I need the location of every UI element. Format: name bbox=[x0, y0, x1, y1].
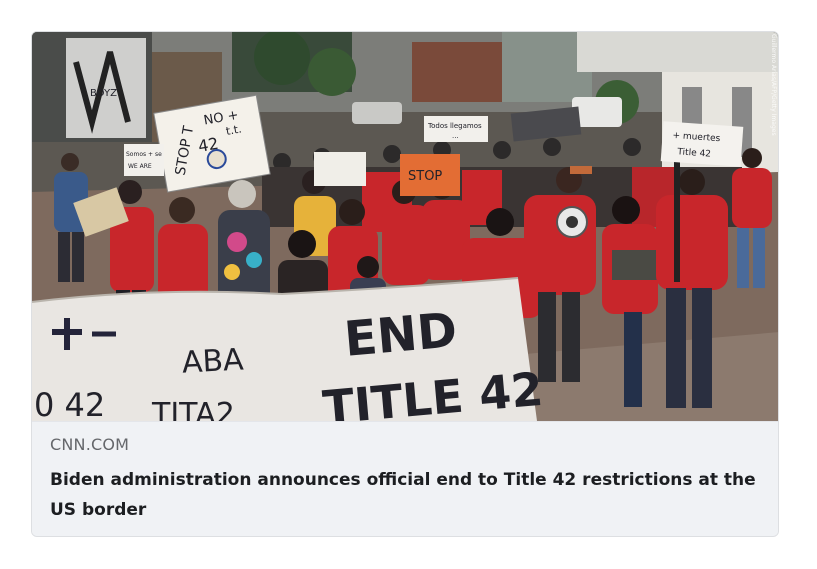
building-right bbox=[577, 32, 778, 72]
sign-orange: STOP bbox=[400, 154, 460, 196]
preview-meta[interactable]: CNN.COM Biden administration announces o… bbox=[32, 421, 778, 536]
svg-text:Somos + se: Somos + se bbox=[126, 151, 162, 158]
banner-end-text: END bbox=[342, 302, 459, 368]
sign-stop-title42: NO + t.t. STOP T 42 bbox=[153, 94, 271, 193]
sign-text-tt: t.t. bbox=[225, 122, 243, 138]
sign-center: Todos llegamos ... bbox=[424, 116, 488, 142]
graffiti-text: BOYZ bbox=[90, 88, 117, 99]
svg-text:STOP: STOP bbox=[408, 169, 442, 184]
source-domain: CNN.COM bbox=[50, 435, 130, 454]
sign-small-left: Somos + se WE ARE bbox=[124, 144, 164, 176]
banner-aba-text: ABA bbox=[181, 342, 245, 380]
house-red bbox=[412, 42, 502, 102]
sign-right: + muertes Title 42 bbox=[660, 121, 744, 167]
svg-text:...: ... bbox=[452, 132, 459, 140]
parked-car bbox=[352, 102, 402, 124]
banner-tita2-text: TITA2 bbox=[151, 397, 235, 421]
link-preview-card[interactable]: BOYZ NO + t.t. STOP T 42 Somos + se WE A… bbox=[31, 31, 779, 537]
svg-text:Todos llegamos: Todos llegamos bbox=[427, 122, 482, 130]
article-photo[interactable]: BOYZ NO + t.t. STOP T 42 Somos + se WE A… bbox=[32, 32, 778, 421]
sign-white-mid bbox=[314, 152, 366, 186]
protest-photo: BOYZ NO + t.t. STOP T 42 Somos + se WE A… bbox=[32, 32, 778, 421]
banner-end-title42: END TITLE 42 ABA 0 42 TITA2 bbox=[32, 277, 545, 421]
photo-credit: Guillermo Arias/AFP/Getty Images bbox=[770, 34, 777, 136]
banner-042-text: 0 42 bbox=[34, 386, 105, 421]
article-headline[interactable]: Biden administration announces official … bbox=[50, 465, 762, 525]
svg-text:WE ARE: WE ARE bbox=[128, 163, 152, 170]
